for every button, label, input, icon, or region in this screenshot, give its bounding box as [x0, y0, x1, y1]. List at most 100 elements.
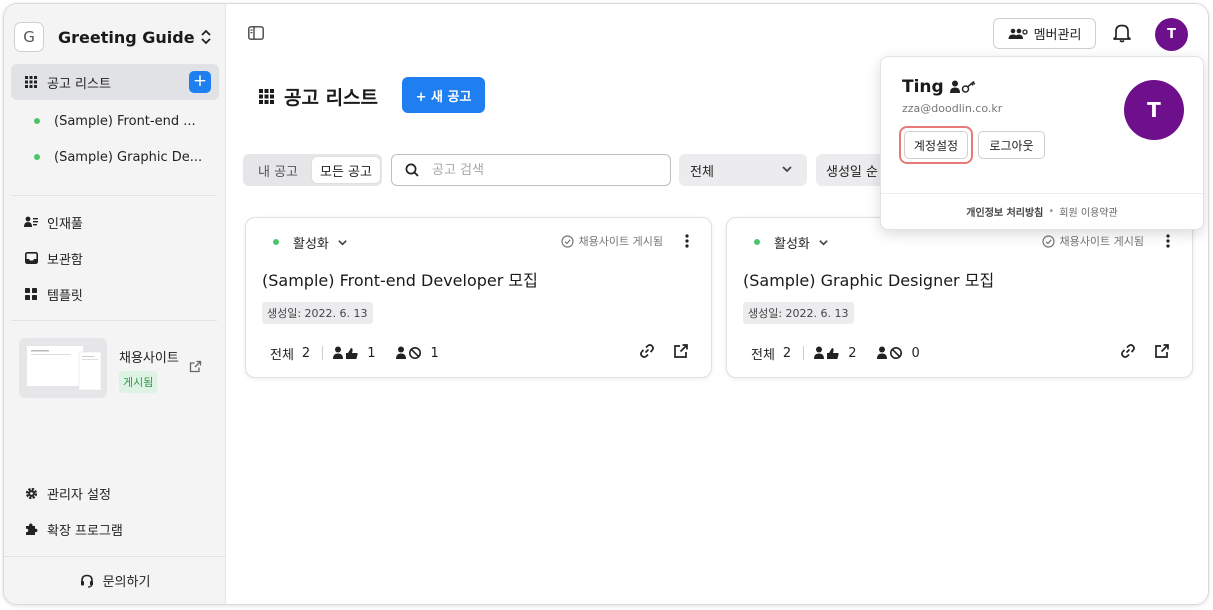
user-thumbs-up-icon: [814, 346, 839, 359]
total-count: 2: [782, 345, 792, 361]
applicant-stats: 전체 2 2 0: [751, 343, 941, 363]
published-indicator: 채용사이트 게시됨: [1041, 233, 1144, 249]
member-management-label: 멤버관리: [1033, 28, 1082, 43]
active-dot: [34, 154, 40, 160]
check-circle-icon: [560, 234, 574, 248]
sidebar-item-label: 확장 프로그램: [47, 523, 123, 539]
status-label: 활성화: [774, 236, 810, 252]
posting-title[interactable]: (Sample) Graphic Designer 모집: [743, 267, 994, 291]
add-posting-button[interactable]: +: [189, 71, 211, 93]
status-dropdown[interactable]: 활성화: [273, 232, 348, 252]
footer-separator: •: [1048, 206, 1055, 217]
sort-toggle-icon: [201, 29, 211, 45]
sidebar-item-label: 보관함: [47, 252, 83, 268]
search-input[interactable]: [432, 162, 652, 178]
status-badge: 게시됨: [119, 371, 158, 393]
sidebar-item-job-list[interactable]: 공고 리스트 +: [11, 64, 219, 100]
chevron-down-icon: [819, 239, 828, 246]
posting-title[interactable]: (Sample) Front-end Developer 모집: [262, 267, 538, 291]
popover-footer: 개인정보 처리방침 • 회원 이용약관: [881, 193, 1203, 229]
rejected-count: 0: [911, 345, 920, 361]
chevron-down-icon: [782, 166, 792, 173]
user-block-icon: [877, 346, 903, 359]
active-dot: [34, 118, 40, 124]
status-select[interactable]: 전체: [679, 154, 807, 186]
career-site-thumbnail: [19, 338, 107, 398]
sidebar-divider: [11, 320, 217, 321]
open-in-new-icon[interactable]: [673, 343, 689, 359]
tab-my-postings[interactable]: 내 공고: [243, 154, 313, 186]
total-count: 2: [301, 345, 311, 361]
created-date-badge: 생성일: 2022. 6. 13: [262, 302, 373, 324]
rejected-stat: 0: [877, 345, 920, 361]
people-list-icon: [24, 215, 38, 229]
sidebar: G Greeting Guide 공고 리스트 + (Sample) Front…: [4, 4, 226, 604]
new-posting-button[interactable]: + 새 공고: [402, 77, 485, 113]
user-block-icon: [396, 346, 422, 359]
sidebar-item-label: 관리자 설정: [47, 487, 111, 503]
passed-count: 1: [367, 345, 376, 361]
sidebar-item-admin-settings[interactable]: 관리자 설정: [24, 483, 111, 503]
sidebar-item-label: 인재풀: [47, 216, 83, 232]
template-icon: [24, 287, 38, 301]
sidebar-item-archive[interactable]: 보관함: [24, 248, 83, 268]
posting-scope-toggle: 내 공고 모든 공고: [243, 154, 382, 186]
user-thumbs-up-icon: [333, 346, 358, 359]
account-name: Ting: [902, 77, 978, 97]
search-box: [391, 154, 671, 186]
sort-select[interactable]: 생성일 순: [816, 154, 886, 186]
sidebar-posting-item[interactable]: (Sample) Graphic De...: [34, 147, 202, 167]
active-dot: [273, 239, 279, 245]
account-avatar: T: [1124, 80, 1184, 140]
people-gear-icon: [1008, 28, 1028, 39]
status-dropdown[interactable]: 활성화: [754, 232, 829, 252]
link-icon[interactable]: [639, 343, 655, 359]
sidebar-item-template[interactable]: 템플릿: [24, 284, 83, 304]
sidebar-item-talent-pool[interactable]: 인재풀: [24, 212, 83, 232]
puzzle-icon: [24, 522, 38, 536]
bell-icon[interactable]: [1113, 23, 1131, 43]
sort-select-value: 생성일 순: [826, 164, 878, 180]
tab-all-postings[interactable]: 모든 공고: [312, 157, 380, 183]
workspace-name: Greeting Guide: [58, 27, 195, 47]
terms-link[interactable]: 회원 이용약관: [1059, 204, 1117, 219]
check-circle-icon: [1041, 234, 1055, 248]
account-settings-button[interactable]: 계정설정: [904, 131, 968, 159]
sidebar-posting-label: (Sample) Front-end ...: [54, 113, 196, 129]
job-posting-card[interactable]: 활성화 채용사이트 게시됨 (Sample) Graphic Designer …: [726, 217, 1193, 378]
member-management-button[interactable]: 멤버관리: [993, 18, 1096, 49]
account-email: zza@doodlin.co.kr: [902, 102, 1003, 115]
external-link-icon[interactable]: [189, 360, 202, 373]
rejected-stat: 1: [396, 346, 439, 361]
published-label: 채용사이트 게시됨: [1059, 235, 1144, 248]
more-vertical-icon[interactable]: [1166, 234, 1170, 248]
passed-stat: 1: [333, 346, 375, 361]
more-vertical-icon[interactable]: [685, 234, 689, 248]
sidebar-posting-label: (Sample) Graphic De...: [54, 149, 203, 165]
account-settings-highlight: 계정설정: [899, 126, 973, 164]
total-label: 전체: [751, 347, 775, 363]
logout-button[interactable]: 로그아웃: [978, 131, 1045, 159]
status-label: 활성화: [293, 236, 329, 252]
link-icon[interactable]: [1120, 343, 1136, 359]
sidebar-posting-item[interactable]: (Sample) Front-end ...: [34, 111, 196, 131]
career-site-card[interactable]: 채용사이트 게시됨: [19, 338, 209, 402]
sidebar-item-extensions[interactable]: 확장 프로그램: [24, 519, 123, 539]
avatar[interactable]: T: [1155, 18, 1188, 51]
privacy-policy-link[interactable]: 개인정보 처리방침: [966, 204, 1043, 219]
page-title: 공고 리스트: [284, 86, 379, 109]
workspace-switcher[interactable]: G Greeting Guide: [14, 21, 219, 53]
inquiry-button[interactable]: 문의하기: [4, 556, 226, 604]
account-name-text: Ting: [902, 77, 944, 97]
workspace-logo: G: [14, 22, 44, 52]
job-posting-card[interactable]: 활성화 채용사이트 게시됨 (Sample) Front-end Develop…: [245, 217, 712, 378]
page-header: 공고 리스트: [259, 78, 378, 114]
app-window: G Greeting Guide 공고 리스트 + (Sample) Front…: [3, 3, 1209, 605]
total-label: 전체: [270, 347, 294, 363]
gear-icon: [24, 486, 38, 500]
passed-count: 2: [848, 345, 857, 361]
open-in-new-icon[interactable]: [1154, 343, 1170, 359]
career-site-label: 채용사이트: [119, 351, 179, 366]
applicant-stats: 전체 2 1 1: [270, 343, 460, 363]
sidebar-toggle-icon[interactable]: [248, 26, 264, 40]
